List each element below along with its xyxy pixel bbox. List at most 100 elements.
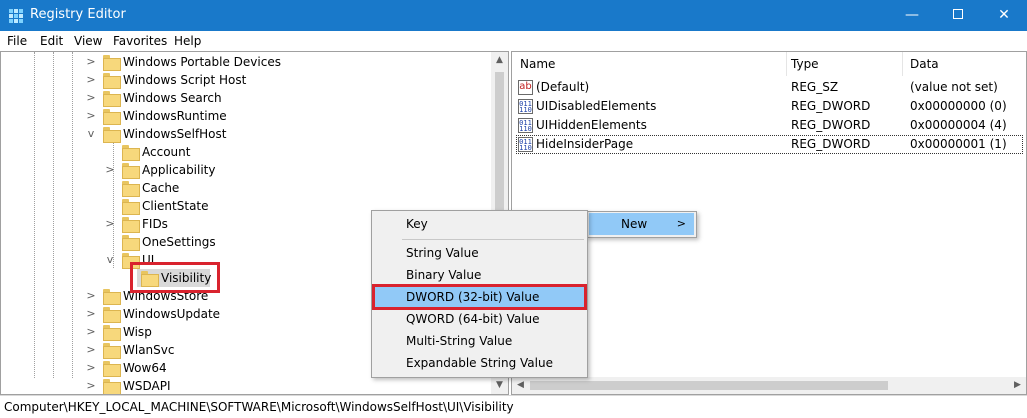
value-name: UIDisabledElements: [536, 99, 657, 113]
expand-chevron-icon[interactable]: >: [85, 287, 97, 305]
window-title: Registry Editor: [30, 7, 126, 22]
expand-chevron-icon[interactable]: >: [104, 161, 116, 179]
expand-chevron-icon[interactable]: >: [85, 323, 97, 341]
tree-item-label: WSDAPI: [123, 379, 171, 393]
binary-value-icon: 011 110: [518, 99, 533, 114]
folder-icon: [103, 109, 121, 125]
folder-icon: [103, 127, 121, 143]
context-menu: New >: [586, 211, 697, 238]
expand-chevron-icon[interactable]: >: [85, 341, 97, 359]
submenu-item-string-value[interactable]: String Value: [374, 242, 585, 264]
submenu-item-expandable-string-value[interactable]: Expandable String Value: [374, 352, 585, 374]
tree-item-label: Wow64: [123, 361, 167, 375]
status-path: Computer\HKEY_LOCAL_MACHINE\SOFTWARE\Mic…: [4, 400, 514, 414]
menu-favorites[interactable]: Favorites: [113, 34, 167, 48]
tree-item-label: WlanSvc: [123, 343, 175, 357]
folder-icon: [103, 325, 121, 341]
tree-item-label: FIDs: [142, 217, 168, 231]
menu-separator: [402, 239, 584, 240]
menu-help[interactable]: Help: [174, 34, 201, 48]
tree-item-windows-search[interactable]: > Windows Search: [1, 89, 491, 107]
folder-icon: [122, 217, 140, 233]
value-row-uidisabledelements[interactable]: 011 110 UIDisabledElements REG_DWORD 0x0…: [512, 97, 1026, 116]
tree-item-label: Account: [142, 145, 191, 159]
scroll-right-arrow-icon[interactable]: ▶: [1009, 377, 1026, 394]
submenu-item-binary-value[interactable]: Binary Value: [374, 264, 585, 286]
registry-editor-icon: [9, 9, 23, 23]
tree-item-account[interactable]: Account: [1, 143, 491, 161]
maximize-button[interactable]: [935, 0, 981, 31]
scroll-up-arrow-icon[interactable]: ▲: [491, 52, 508, 69]
tree-item-windows-script-host[interactable]: > Windows Script Host: [1, 71, 491, 89]
tree-item-label: Cache: [142, 181, 180, 195]
folder-icon: [103, 343, 121, 359]
expand-chevron-icon[interactable]: >: [85, 377, 97, 394]
dword-annotation-box: [372, 284, 587, 310]
folder-icon: [103, 55, 121, 71]
value-data: (value not set): [910, 80, 998, 94]
folder-icon: [122, 235, 140, 251]
collapse-chevron-icon[interactable]: v: [104, 251, 116, 269]
values-horizontal-scrollbar[interactable]: ◀ ▶: [512, 377, 1026, 394]
tree-item-label: ClientState: [142, 199, 209, 213]
minimize-button[interactable]: —: [889, 0, 935, 31]
menu-edit[interactable]: Edit: [40, 34, 63, 48]
expand-chevron-icon[interactable]: >: [85, 305, 97, 323]
menu-view[interactable]: View: [74, 34, 102, 48]
binary-value-icon: 011 110: [518, 118, 533, 133]
tree-item-label: Wisp: [123, 325, 152, 339]
menu-file[interactable]: File: [7, 34, 27, 48]
value-data: 0x00000000 (0): [910, 99, 1007, 113]
scroll-down-arrow-icon[interactable]: ▼: [491, 377, 508, 394]
tree-item-label: Windows Portable Devices: [123, 55, 281, 69]
menu-bar: File Edit View Favorites Help: [0, 31, 1027, 51]
folder-icon: [122, 199, 140, 215]
column-header-type[interactable]: Type: [783, 52, 903, 76]
folder-icon: [122, 145, 140, 161]
submenu-arrow-icon: >: [676, 217, 686, 230]
value-data: 0x00000004 (4): [910, 118, 1007, 132]
folder-icon: [103, 361, 121, 377]
expand-chevron-icon[interactable]: >: [85, 71, 97, 89]
tree-item-label: WindowsUpdate: [123, 307, 221, 321]
collapse-chevron-icon[interactable]: v: [85, 125, 97, 143]
tree-item-wsdapi[interactable]: > WSDAPI: [1, 377, 491, 394]
value-name: UIHiddenElements: [536, 118, 647, 132]
tree-item-cache[interactable]: Cache: [1, 179, 491, 197]
focus-rectangle: [516, 135, 1023, 154]
value-row-default[interactable]: ab (Default) REG_SZ (value not set): [512, 78, 1026, 97]
column-header-data[interactable]: Data: [902, 52, 1026, 76]
folder-icon: [103, 379, 121, 394]
tree-item-windowsselfhost[interactable]: v WindowsSelfHost: [1, 125, 491, 143]
tree-item-label: WindowsRuntime: [123, 109, 227, 123]
close-button[interactable]: ✕: [981, 0, 1027, 31]
tree-item-applicability[interactable]: > Applicability: [1, 161, 491, 179]
expand-chevron-icon[interactable]: >: [85, 359, 97, 377]
column-header-name[interactable]: Name: [512, 52, 787, 76]
tree-item-label: Applicability: [142, 163, 216, 177]
tree-item-label: Windows Script Host: [123, 73, 247, 87]
submenu-item-qword-value[interactable]: QWORD (64-bit) Value: [374, 308, 585, 330]
tree-item-label: OneSettings: [142, 235, 216, 249]
status-bar: Computer\HKEY_LOCAL_MACHINE\SOFTWARE\Mic…: [0, 395, 1027, 418]
folder-icon: [122, 163, 140, 179]
submenu-item-multi-string-value[interactable]: Multi-String Value: [374, 330, 585, 352]
menu-item-label: New: [621, 217, 648, 231]
string-value-icon: ab: [518, 80, 533, 95]
value-type: REG_DWORD: [791, 99, 871, 113]
expand-chevron-icon[interactable]: >: [85, 89, 97, 107]
submenu-item-key[interactable]: Key: [374, 213, 585, 235]
folder-icon: [103, 91, 121, 107]
expand-chevron-icon[interactable]: >: [104, 215, 116, 233]
expand-chevron-icon[interactable]: >: [85, 107, 97, 125]
menu-item-new[interactable]: New >: [589, 213, 694, 235]
tree-item-windowsruntime[interactable]: > WindowsRuntime: [1, 107, 491, 125]
scrollbar-thumb[interactable]: [530, 381, 888, 390]
value-row-uihiddenelements[interactable]: 011 110 UIHiddenElements REG_DWORD 0x000…: [512, 116, 1026, 135]
tree-item-windows-portable-devices[interactable]: > Windows Portable Devices: [1, 53, 491, 71]
expand-chevron-icon[interactable]: >: [85, 53, 97, 71]
value-name: (Default): [536, 80, 590, 94]
title-bar[interactable]: Registry Editor — ✕: [0, 0, 1027, 31]
maximize-icon: [953, 8, 963, 19]
scroll-left-arrow-icon[interactable]: ◀: [512, 377, 529, 394]
